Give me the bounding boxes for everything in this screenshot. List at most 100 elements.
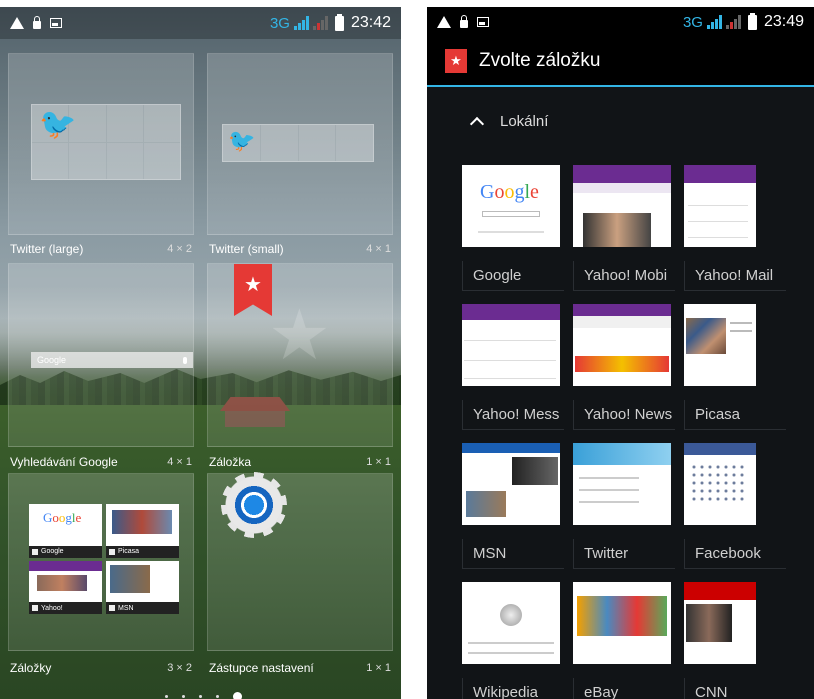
twitter-bird-icon: 🐦 (39, 108, 77, 141)
bookmark-label: Google (473, 267, 522, 284)
bookmark-thumbnail (573, 304, 671, 386)
google-search-bar: Google (31, 352, 193, 368)
choose-bookmark-screen: 3G 23:49 ★ Zvolte záložku Lokální Google… (427, 7, 814, 699)
page-dot (165, 695, 168, 698)
widget-preview: 🐦 (207, 53, 393, 235)
bookmark-label: Yahoo! Mail (695, 267, 774, 284)
widget-caption: Vyhledávání Google 4 × 1 (8, 451, 194, 473)
bookmark-label: Facebook (695, 545, 761, 562)
network-type: 3G (682, 13, 703, 31)
lock-icon (33, 16, 41, 29)
bookmark-thumbnail (684, 582, 756, 664)
widget-preview (207, 473, 393, 651)
bookmark-item-picasa[interactable]: Picasa (684, 304, 786, 430)
widget-caption: Zástupce nastavení 1 × 1 (207, 657, 393, 679)
bookmark-item-yahoo-messenger[interactable]: Yahoo! Mess (462, 304, 564, 430)
bookmark-thumb: Yahoo! (29, 560, 102, 614)
thumb-label: Google (41, 548, 64, 555)
widget-preview: ★ ★ (207, 263, 393, 447)
thumb-label: Picasa (118, 548, 140, 555)
status-bar: 3G 23:49 (427, 7, 814, 37)
mic-icon (183, 356, 187, 364)
bookmark-thumbnail (684, 443, 756, 525)
section-label: Lokální (500, 113, 549, 130)
signal-icon (706, 15, 722, 29)
bookmark-label: CNN (695, 684, 728, 699)
chevron-up-icon (469, 116, 485, 132)
widget-name: Twitter (small) (209, 242, 284, 256)
bookmark-thumbnail (573, 443, 671, 525)
settings-gear-icon (223, 474, 285, 536)
widget-size: 3 × 2 (167, 662, 192, 674)
star-icon: ★ (268, 296, 331, 374)
bookmark-app-icon: ★ (445, 49, 467, 73)
bookmark-icon: ★ (234, 264, 272, 316)
widget-name: Twitter (large) (10, 242, 84, 256)
bookmark-thumbnail (462, 582, 560, 664)
battery-icon (747, 12, 757, 30)
widget-size: 4 × 1 (366, 243, 391, 255)
bookmark-thumbnail (462, 304, 560, 386)
page-title: Zvolte záložku (479, 50, 601, 71)
bookmark-item-google[interactable]: Google Google (462, 165, 564, 291)
bookmark-item-ebay[interactable]: eBay (573, 582, 675, 699)
bookmark-label: eBay (584, 684, 619, 699)
widget-name: Záložky (10, 661, 52, 675)
widget-size: 1 × 1 (366, 662, 391, 674)
action-bar: ★ Zvolte záložku (427, 37, 814, 87)
widget-preview: 🐦 (8, 53, 194, 235)
status-bar: 3G 23:42 (0, 7, 401, 39)
page-dot (199, 695, 202, 698)
page-dot (182, 695, 185, 698)
widget-name: Zástupce nastavení (209, 661, 314, 675)
image-notification-icon (477, 17, 489, 27)
thumb-label: Yahoo! (41, 604, 63, 612)
bookmark-label: Wikipedia (473, 684, 539, 699)
bookmark-item-yahoo-mail[interactable]: Yahoo! Mail (684, 165, 786, 291)
bookmark-label: Yahoo! Mess (473, 406, 560, 423)
widget-caption: Záložka 1 × 1 (207, 451, 393, 473)
warning-icon (10, 17, 24, 29)
status-time: 23:42 (350, 14, 391, 31)
bookmark-item-yahoo-news[interactable]: Yahoo! News (573, 304, 675, 430)
bookmark-thumbnail (573, 582, 671, 664)
bookmark-label: MSN (473, 545, 507, 562)
bookmark-label: Picasa (695, 406, 741, 423)
bookmark-item-twitter[interactable]: Twitter (573, 443, 675, 569)
bookmark-item-wikipedia[interactable]: Wikipedia (462, 582, 564, 699)
bookmark-thumbnail (462, 443, 560, 525)
bookmark-item-facebook[interactable]: Facebook (684, 443, 786, 569)
signal-icon (293, 16, 309, 30)
twitter-bird-icon: 🐦 (228, 128, 256, 153)
image-notification-icon (50, 18, 62, 28)
bookmark-thumbnail: Google (462, 165, 560, 247)
status-time: 23:49 (763, 13, 804, 30)
widget-name: Vyhledávání Google (10, 455, 118, 469)
widget-preview: Google Google Picasa Yahoo! MSN (8, 473, 194, 651)
bookmark-thumb: Picasa (106, 504, 179, 558)
widget-size: 1 × 1 (366, 456, 391, 468)
widget-size: 4 × 2 (167, 243, 192, 255)
thumb-label: MSN (118, 604, 134, 612)
bookmark-item-msn[interactable]: MSN (462, 443, 564, 569)
bookmark-label: Yahoo! News (584, 406, 673, 423)
widget-caption: Twitter (large) 4 × 2 (8, 238, 194, 260)
bookmark-thumbnail (684, 165, 756, 247)
bookmark-thumbnail (573, 165, 671, 247)
page-dot (216, 695, 219, 698)
bookmark-item-cnn[interactable]: CNN (684, 582, 786, 699)
lock-icon (460, 15, 468, 28)
page-indicator (165, 692, 242, 699)
bookmark-thumbnails: Google Google Picasa Yahoo! MSN (29, 504, 179, 614)
battery-icon (334, 13, 344, 31)
bookmark-item-yahoo-mobile[interactable]: Yahoo! Mobi (573, 165, 675, 291)
widget-name: Záložka (209, 455, 252, 469)
warning-icon (437, 16, 451, 28)
bookmark-thumb: Google Google (29, 504, 102, 558)
bookmark-label: Yahoo! Mobi (584, 267, 668, 284)
widget-caption: Záložky 3 × 2 (8, 657, 194, 679)
home-screen-widget-picker: 3G 23:42 🐦 Twitter (large) 4 × 2 🐦 Twitt… (0, 7, 401, 699)
section-header-local[interactable]: Lokální (469, 113, 549, 132)
google-search-label: Google (37, 355, 67, 365)
page-dot-active (233, 692, 242, 699)
